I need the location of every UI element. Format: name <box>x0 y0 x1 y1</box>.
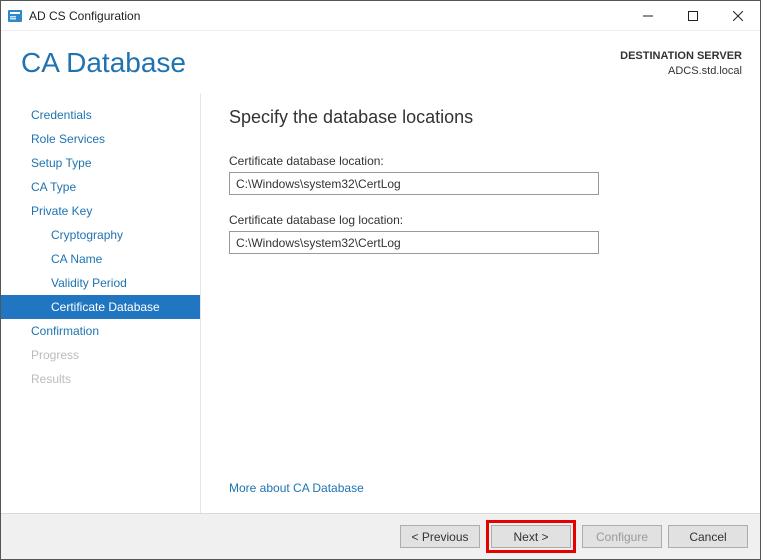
configure-button[interactable]: Configure <box>582 525 662 548</box>
window-title: AD CS Configuration <box>29 9 140 23</box>
main-panel: Specify the database locations Certifica… <box>201 93 760 513</box>
sidebar-item-progress: Progress <box>1 343 200 367</box>
more-about-link[interactable]: More about CA Database <box>229 481 734 495</box>
sidebar-item-results: Results <box>1 367 200 391</box>
log-location-input[interactable] <box>229 231 599 254</box>
sidebar-item-label: Progress <box>31 348 79 362</box>
sidebar-item-private-key[interactable]: Private Key <box>1 199 200 223</box>
main-heading: Specify the database locations <box>229 107 734 128</box>
sidebar-item-label: Results <box>31 372 71 386</box>
sidebar-item-label: Credentials <box>31 108 92 122</box>
cancel-button[interactable]: Cancel <box>668 525 748 548</box>
maximize-button[interactable] <box>670 1 715 30</box>
sidebar-item-confirmation[interactable]: Confirmation <box>1 319 200 343</box>
minimize-button[interactable] <box>625 1 670 30</box>
sidebar-item-role-services[interactable]: Role Services <box>1 127 200 151</box>
previous-button[interactable]: < Previous <box>400 525 480 548</box>
db-location-input[interactable] <box>229 172 599 195</box>
sidebar-item-label: Cryptography <box>51 228 123 242</box>
wizard-footer: < Previous Next > Configure Cancel <box>1 513 760 559</box>
destination-server: DESTINATION SERVER ADCS.std.local <box>620 49 742 80</box>
sidebar-item-label: Private Key <box>31 204 92 218</box>
next-button-highlight: Next > <box>486 520 576 553</box>
app-icon <box>7 8 23 24</box>
sidebar-item-cryptography[interactable]: Cryptography <box>1 223 200 247</box>
next-button[interactable]: Next > <box>491 525 571 548</box>
log-location-label: Certificate database log location: <box>229 213 734 227</box>
page-title: CA Database <box>21 47 186 79</box>
sidebar-item-label: Validity Period <box>51 276 127 290</box>
sidebar-item-ca-type[interactable]: CA Type <box>1 175 200 199</box>
body: Credentials Role Services Setup Type CA Typ… <box>1 93 760 513</box>
sidebar-item-label: Role Services <box>31 132 105 146</box>
sidebar-item-credentials[interactable]: Credentials <box>1 103 200 127</box>
destination-server-value: ADCS.std.local <box>620 64 742 79</box>
sidebar-item-label: CA Type <box>31 180 76 194</box>
sidebar-item-label: Confirmation <box>31 324 99 338</box>
close-button[interactable] <box>715 1 760 30</box>
sidebar-item-label: CA Name <box>51 252 102 266</box>
sidebar-item-ca-name[interactable]: CA Name <box>1 247 200 271</box>
db-location-label: Certificate database location: <box>229 154 734 168</box>
sidebar-item-label: Setup Type <box>31 156 92 170</box>
sidebar-item-validity-period[interactable]: Validity Period <box>1 271 200 295</box>
window-controls <box>625 1 760 30</box>
header: CA Database DESTINATION SERVER ADCS.std.… <box>1 31 760 93</box>
destination-server-label: DESTINATION SERVER <box>620 49 742 64</box>
title-bar: AD CS Configuration <box>1 1 760 31</box>
sidebar-item-label: Certificate Database <box>51 300 160 314</box>
sidebar-item-setup-type[interactable]: Setup Type <box>1 151 200 175</box>
sidebar-item-certificate-database[interactable]: Certificate Database <box>1 295 200 319</box>
wizard-sidebar: Credentials Role Services Setup Type CA Typ… <box>1 93 201 513</box>
